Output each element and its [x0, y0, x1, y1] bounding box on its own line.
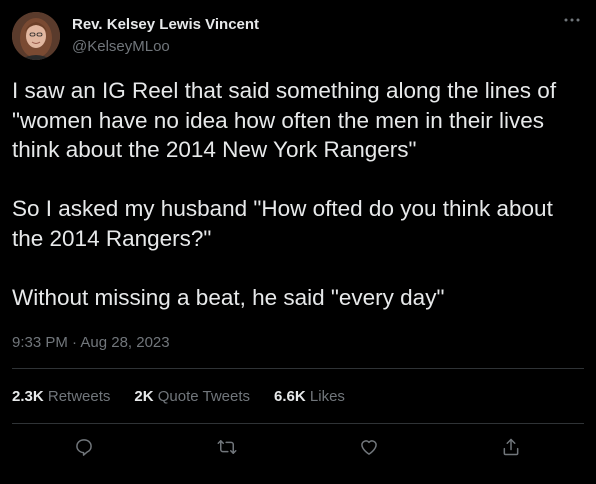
retweet-button[interactable]	[215, 437, 239, 461]
divider	[12, 368, 584, 369]
tweet-paragraph: I saw an IG Reel that said something alo…	[12, 78, 557, 162]
likes-stat[interactable]: 6.6K Likes	[274, 388, 345, 405]
more-horizontal-icon[interactable]	[562, 12, 582, 28]
retweets-label: Retweets	[47, 388, 111, 405]
retweets-count: 2.3K	[12, 388, 44, 405]
tweet-paragraph: Without missing a beat, he said "every d…	[12, 284, 445, 310]
author-handle[interactable]: @KelseyMLoo	[72, 38, 170, 55]
tweet-text: I saw an IG Reel that said something alo…	[12, 76, 582, 312]
heart-icon	[359, 437, 379, 462]
quote-tweets-stat[interactable]: 2K Quote Tweets	[134, 388, 250, 405]
like-button[interactable]	[357, 437, 381, 461]
action-bar	[0, 437, 596, 461]
reply-button[interactable]	[72, 437, 96, 461]
reply-icon	[74, 437, 94, 462]
tweet-timestamp[interactable]: 9:33 PM · Aug 28, 2023	[12, 334, 170, 351]
share-button[interactable]	[499, 437, 523, 461]
share-icon	[501, 437, 521, 462]
tweet-paragraph: So I asked my husband "How ofted do you …	[12, 196, 553, 251]
tweet: Rev. Kelsey Lewis Vincent @KelseyMLoo I …	[0, 0, 596, 484]
likes-label: Likes	[309, 388, 345, 405]
author-display-name[interactable]: Rev. Kelsey Lewis Vincent	[72, 16, 259, 33]
divider	[12, 423, 584, 424]
quote-tweets-count: 2K	[134, 388, 154, 405]
quote-tweets-label: Quote Tweets	[157, 388, 251, 405]
retweet-icon	[216, 437, 238, 462]
retweets-stat[interactable]: 2.3K Retweets	[12, 388, 110, 405]
engagement-stats: 2.3K Retweets 2K Quote Tweets 6.6K Likes	[12, 388, 345, 405]
likes-count: 6.6K	[274, 388, 306, 405]
avatar[interactable]	[12, 12, 60, 60]
